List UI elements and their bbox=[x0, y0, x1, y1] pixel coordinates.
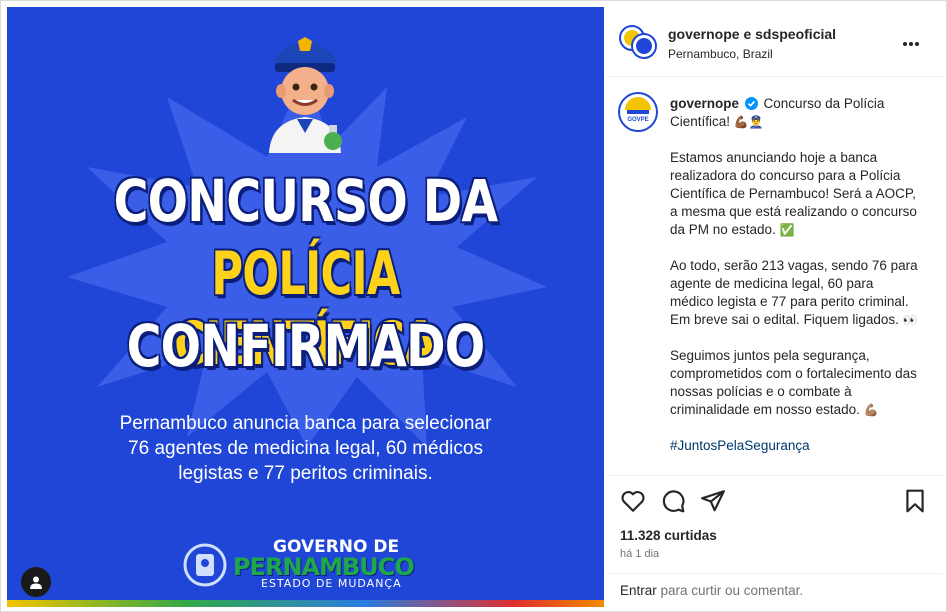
caption-text: governope Concurso da Polícia Científica… bbox=[670, 95, 920, 455]
eyes-emoji: 👀 bbox=[902, 313, 918, 327]
comment-icon[interactable] bbox=[660, 488, 686, 514]
post-location[interactable]: Pernambuco, Brazil bbox=[668, 47, 773, 61]
tagged-users-button[interactable] bbox=[21, 567, 51, 597]
post-frame: CONCURSO DA POLÍCIA CIENTÍFICA CONFIRMAD… bbox=[0, 0, 947, 612]
subheadline-line-1: Pernambuco anuncia banca para selecionar bbox=[119, 413, 492, 434]
crest-icon bbox=[183, 543, 227, 587]
post-image[interactable]: CONCURSO DA POLÍCIA CIENTÍFICA CONFIRMAD… bbox=[7, 7, 604, 607]
logo-tagline: ESTADO DE MUDANÇA bbox=[261, 577, 402, 590]
login-link[interactable]: Entrar bbox=[620, 583, 657, 598]
heart-icon[interactable] bbox=[620, 488, 646, 514]
caption-paragraph-2: Ao todo, serão 213 vagas, sendo 76 para … bbox=[670, 257, 920, 329]
caption-paragraph-3: Seguimos juntos pela segurança, comprome… bbox=[670, 347, 920, 419]
post-actions bbox=[606, 475, 942, 525]
more-options-button[interactable] bbox=[896, 31, 926, 51]
subheadline-line-2: 76 agentes de medicina legal, 60 médicos bbox=[128, 438, 483, 459]
caption-hashtag[interactable]: #JuntosPelaSegurança bbox=[670, 438, 810, 453]
governo-pernambuco-logo: GOVERNO DE PERNAMBUCO ESTADO DE MUDANÇA bbox=[183, 535, 443, 591]
post-caption: GOVPE governope Concurso da Polícia Cien… bbox=[606, 78, 942, 472]
headline-line-3: CONFIRMADO bbox=[126, 312, 486, 380]
police-officer-mascot-icon bbox=[269, 37, 342, 153]
caption-paragraph-1: Estamos anunciando hoje a banca realizad… bbox=[670, 149, 920, 239]
send-icon[interactable] bbox=[700, 488, 726, 514]
post-details-panel: governope e sdspeoficial Pernambuco, Bra… bbox=[606, 7, 942, 607]
headline-line-1: CONCURSO DA bbox=[113, 167, 499, 235]
comment-bar: Entrar para curtir ou comentar. bbox=[606, 573, 942, 607]
more-horizontal-icon bbox=[903, 42, 919, 46]
caption-paragraph-3-text: Seguimos juntos pela segurança, comprome… bbox=[670, 348, 917, 417]
caption-username[interactable]: governope bbox=[670, 96, 739, 111]
collab-avatars-icon[interactable] bbox=[618, 24, 658, 60]
governope-avatar-icon[interactable]: GOVPE bbox=[618, 92, 658, 132]
post-author-names[interactable]: governope e sdspeoficial bbox=[668, 26, 836, 42]
rainbow-stripe bbox=[7, 600, 604, 607]
likes-count[interactable]: 11.328 curtidas bbox=[620, 528, 717, 543]
bookmark-icon[interactable] bbox=[902, 488, 928, 514]
user-icon bbox=[30, 576, 42, 589]
comment-login-prompt[interactable]: Entrar para curtir ou comentar. bbox=[620, 583, 920, 601]
avatar-label: GOVPE bbox=[627, 117, 648, 123]
post-header: governope e sdspeoficial Pernambuco, Bra… bbox=[606, 7, 942, 77]
caption-intro-emoji: 💪🏾👮‍♂️ bbox=[733, 115, 764, 129]
caption-paragraph-2-text: Ao todo, serão 213 vagas, sendo 76 para … bbox=[670, 258, 918, 327]
verified-badge-icon bbox=[744, 97, 758, 110]
subheadline-line-3: legistas e 77 peritos criminais. bbox=[178, 463, 433, 484]
login-prompt-text: para curtir ou comentar. bbox=[656, 583, 804, 598]
post-timestamp[interactable]: há 1 dia bbox=[620, 548, 659, 560]
muscle-emoji: 💪🏽 bbox=[863, 403, 879, 417]
check-emoji: ✅ bbox=[779, 223, 795, 237]
